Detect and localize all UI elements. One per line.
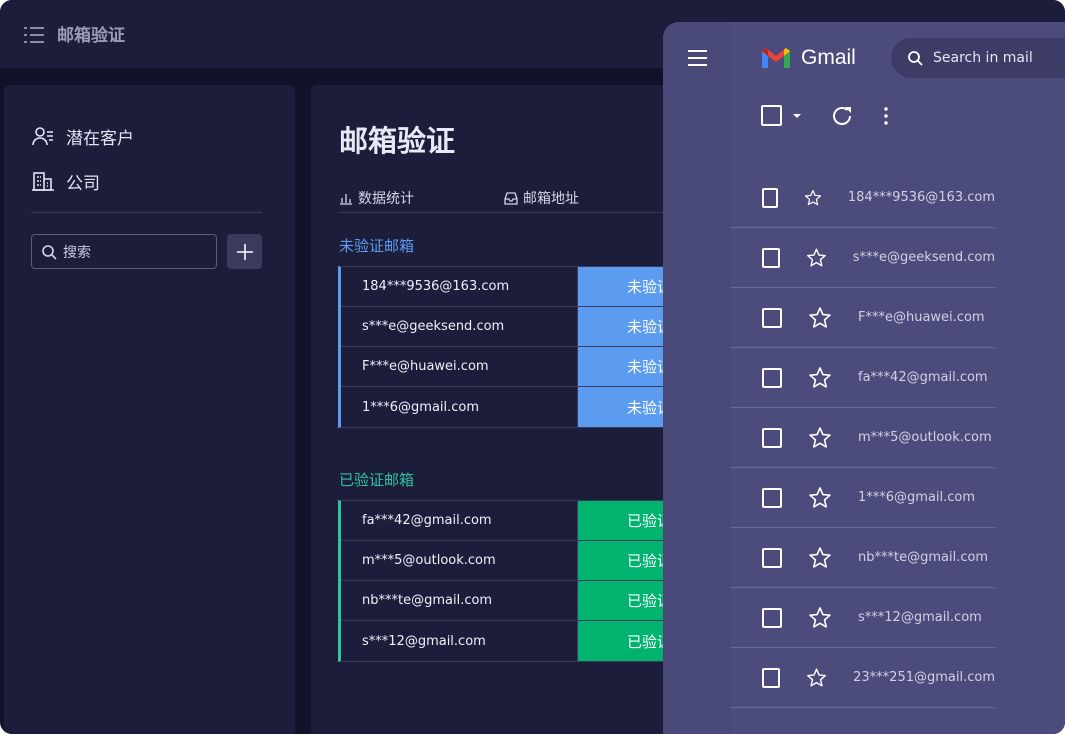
inbox-icon <box>504 192 518 205</box>
tab-label: 数据统计 <box>358 191 414 207</box>
gmail-brand: Gmail <box>801 46 856 69</box>
star-icon[interactable] <box>806 246 827 270</box>
sender-address: fa***42@gmail.com <box>858 370 988 385</box>
row-checkbox[interactable] <box>762 187 778 208</box>
email-list-row[interactable]: s***12@gmail.com <box>731 588 995 648</box>
bar-chart-icon <box>340 194 352 205</box>
sidebar-item-leads[interactable]: 潜在客户 <box>32 123 134 149</box>
sidebar-item-company[interactable]: 公司 <box>32 168 100 194</box>
email-cell: F***e@huawei.com <box>341 347 578 386</box>
gmail-m-icon <box>762 48 790 68</box>
email-list-row[interactable]: 184***9536@163.com <box>731 168 995 228</box>
hamburger-menu-icon[interactable] <box>688 50 707 66</box>
app-window: 邮箱验证 潜在客户 公司 搜索 邮箱验证 数据统计 邮箱地址 未验证邮箱 184… <box>0 0 1065 734</box>
sender-address: s***12@gmail.com <box>858 610 982 625</box>
more-vert-icon <box>884 107 888 125</box>
star-icon[interactable] <box>808 426 832 450</box>
sender-address: 1***6@gmail.com <box>858 490 976 505</box>
email-list-row[interactable]: 1***6@gmail.com <box>731 468 995 528</box>
gmail-search-input[interactable]: Search in mail <box>891 38 1065 78</box>
tab-email-address[interactable]: 邮箱地址 <box>504 188 579 208</box>
row-checkbox[interactable] <box>762 247 780 268</box>
email-list-row[interactable]: 23***251@gmail.com <box>731 648 995 708</box>
sender-address: 23***251@gmail.com <box>853 670 995 685</box>
email-cell: nb***te@gmail.com <box>341 581 578 620</box>
gmail-toolbar <box>761 105 888 126</box>
search-placeholder: 搜索 <box>63 244 91 261</box>
star-icon[interactable] <box>808 366 832 390</box>
email-cell: 1***6@gmail.com <box>341 387 578 427</box>
unverified-section-title: 未验证邮箱 <box>339 237 415 255</box>
sender-address: F***e@huawei.com <box>858 310 985 325</box>
sidebar-item-label: 公司 <box>66 173 100 194</box>
sidebar-item-label: 潜在客户 <box>66 128 134 149</box>
sender-address: s***e@geeksend.com <box>852 250 995 265</box>
plus-icon <box>236 243 253 260</box>
row-checkbox[interactable] <box>762 667 781 688</box>
contacts-icon <box>32 127 53 146</box>
page-title: 邮箱验证 <box>339 124 456 158</box>
gmail-logo[interactable]: Gmail <box>760 46 856 70</box>
select-dropdown-icon <box>793 114 801 118</box>
divider <box>31 212 262 213</box>
add-button[interactable] <box>227 234 262 269</box>
email-cell: 184***9536@163.com <box>341 267 578 306</box>
search-input[interactable]: 搜索 <box>31 234 217 269</box>
gmail-rail <box>663 22 731 734</box>
row-checkbox[interactable] <box>762 367 782 388</box>
sidebar: 潜在客户 公司 搜索 <box>4 85 295 734</box>
star-icon[interactable] <box>808 486 832 510</box>
sender-address: m***5@outlook.com <box>858 430 992 445</box>
star-icon[interactable] <box>804 186 822 210</box>
star-icon[interactable] <box>808 546 832 570</box>
email-cell: s***12@gmail.com <box>341 621 578 661</box>
building-icon <box>32 172 54 191</box>
verified-section-title: 已验证邮箱 <box>339 471 415 489</box>
row-checkbox[interactable] <box>762 427 782 448</box>
email-cell: fa***42@gmail.com <box>341 501 578 540</box>
row-checkbox[interactable] <box>762 487 782 508</box>
email-list-row[interactable]: F***e@huawei.com <box>731 288 995 348</box>
list-menu-icon[interactable] <box>24 26 44 44</box>
email-cell: m***5@outlook.com <box>341 541 578 580</box>
gmail-panel: Gmail Search in mail 184***9536@163.com s… <box>663 22 1065 734</box>
search-placeholder: Search in mail <box>933 50 1033 66</box>
tab-label: 邮箱地址 <box>523 191 579 207</box>
row-checkbox[interactable] <box>762 547 782 568</box>
sender-address: 184***9536@163.com <box>847 190 995 205</box>
email-list-row[interactable]: s***e@geeksend.com <box>731 228 995 288</box>
select-all-checkbox <box>761 105 782 126</box>
star-icon[interactable] <box>808 606 832 630</box>
email-list-row[interactable]: nb***te@gmail.com <box>731 528 995 588</box>
sender-address: nb***te@gmail.com <box>858 550 989 565</box>
row-checkbox[interactable] <box>762 307 782 328</box>
app-title: 邮箱验证 <box>57 26 125 46</box>
email-cell: s***e@geeksend.com <box>341 307 578 346</box>
row-checkbox[interactable] <box>762 607 782 628</box>
star-icon[interactable] <box>808 306 832 330</box>
search-icon <box>42 244 57 260</box>
search-icon <box>908 51 923 66</box>
star-icon[interactable] <box>806 666 827 690</box>
email-list-row[interactable]: fa***42@gmail.com <box>731 348 995 408</box>
refresh-icon <box>833 107 851 125</box>
tab-statistics[interactable]: 数据统计 <box>339 188 414 208</box>
email-list-row[interactable]: m***5@outlook.com <box>731 408 995 468</box>
